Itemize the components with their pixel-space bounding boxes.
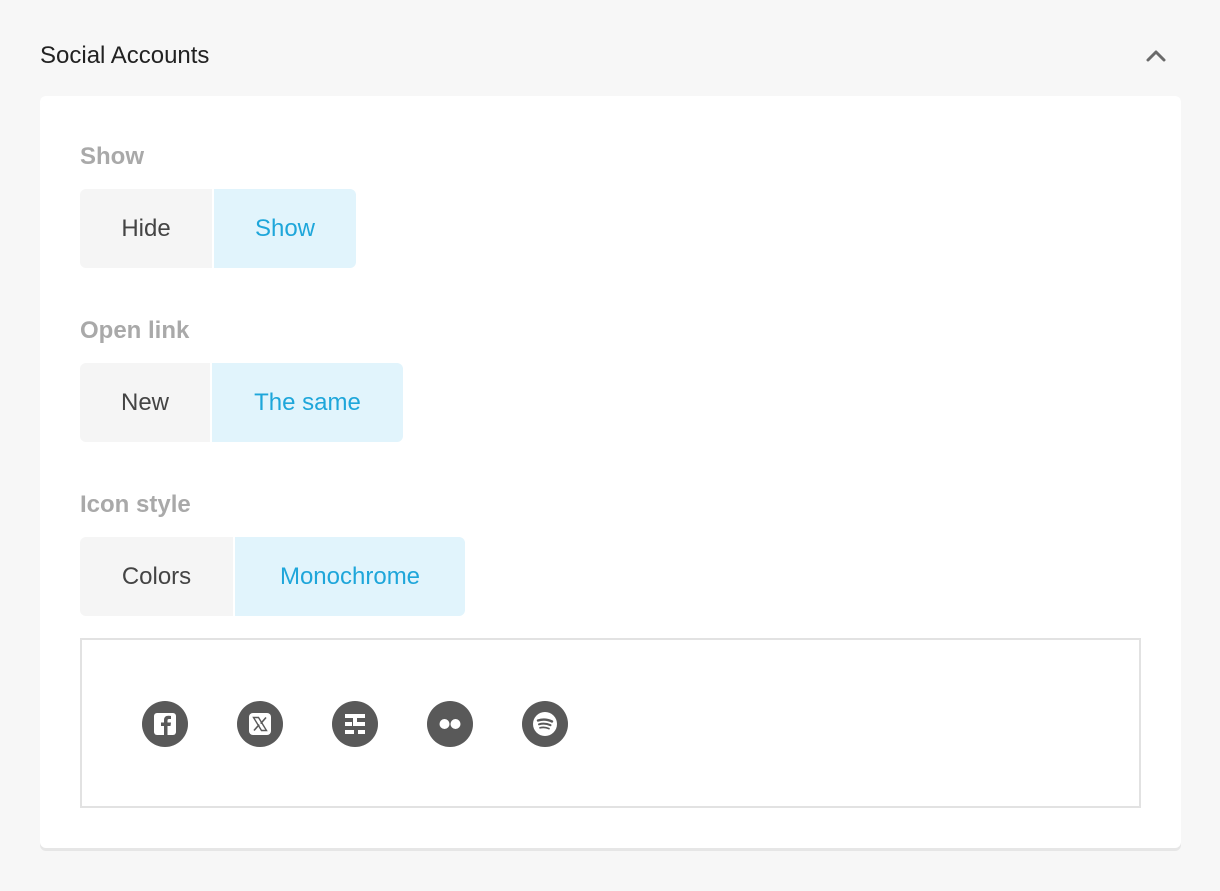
social-accounts-section: Social Accounts Show Hide Show Open link…: [0, 0, 1220, 891]
open-link-label: Open link: [80, 317, 190, 344]
facebook-icon[interactable]: [142, 701, 188, 747]
icon-style-option-colors[interactable]: Colors: [80, 537, 235, 616]
section-title: Social Accounts: [40, 42, 210, 69]
collapse-button[interactable]: [1142, 42, 1170, 70]
spotify-icon[interactable]: [522, 701, 568, 747]
chevron-up-icon: [1146, 50, 1166, 62]
show-option-hide[interactable]: Hide: [80, 189, 214, 268]
open-link-field: Open link New The same: [80, 316, 403, 442]
show-toggle: Hide Show: [80, 189, 356, 268]
icon-style-field: Icon style Colors Monochrome: [80, 490, 465, 616]
social-icons-row: [142, 701, 617, 747]
show-field: Show Hide Show: [80, 142, 356, 268]
show-option-show[interactable]: Show: [214, 189, 356, 268]
icons-preview: [80, 638, 1141, 808]
open-link-toggle: New The same: [80, 363, 403, 442]
icon-style-label: Icon style: [80, 491, 191, 518]
open-link-option-new[interactable]: New: [80, 363, 212, 442]
tag-slot-icon[interactable]: [332, 701, 378, 747]
open-link-option-same[interactable]: The same: [212, 363, 403, 442]
section-header[interactable]: Social Accounts: [40, 38, 1180, 74]
icon-style-toggle: Colors Monochrome: [80, 537, 465, 616]
settings-card: Show Hide Show Open link New The same Ic…: [40, 96, 1181, 848]
x-twitter-icon[interactable]: [237, 701, 283, 747]
icon-style-option-monochrome[interactable]: Monochrome: [235, 537, 465, 616]
show-label: Show: [80, 143, 144, 170]
flickr-icon[interactable]: [427, 701, 473, 747]
